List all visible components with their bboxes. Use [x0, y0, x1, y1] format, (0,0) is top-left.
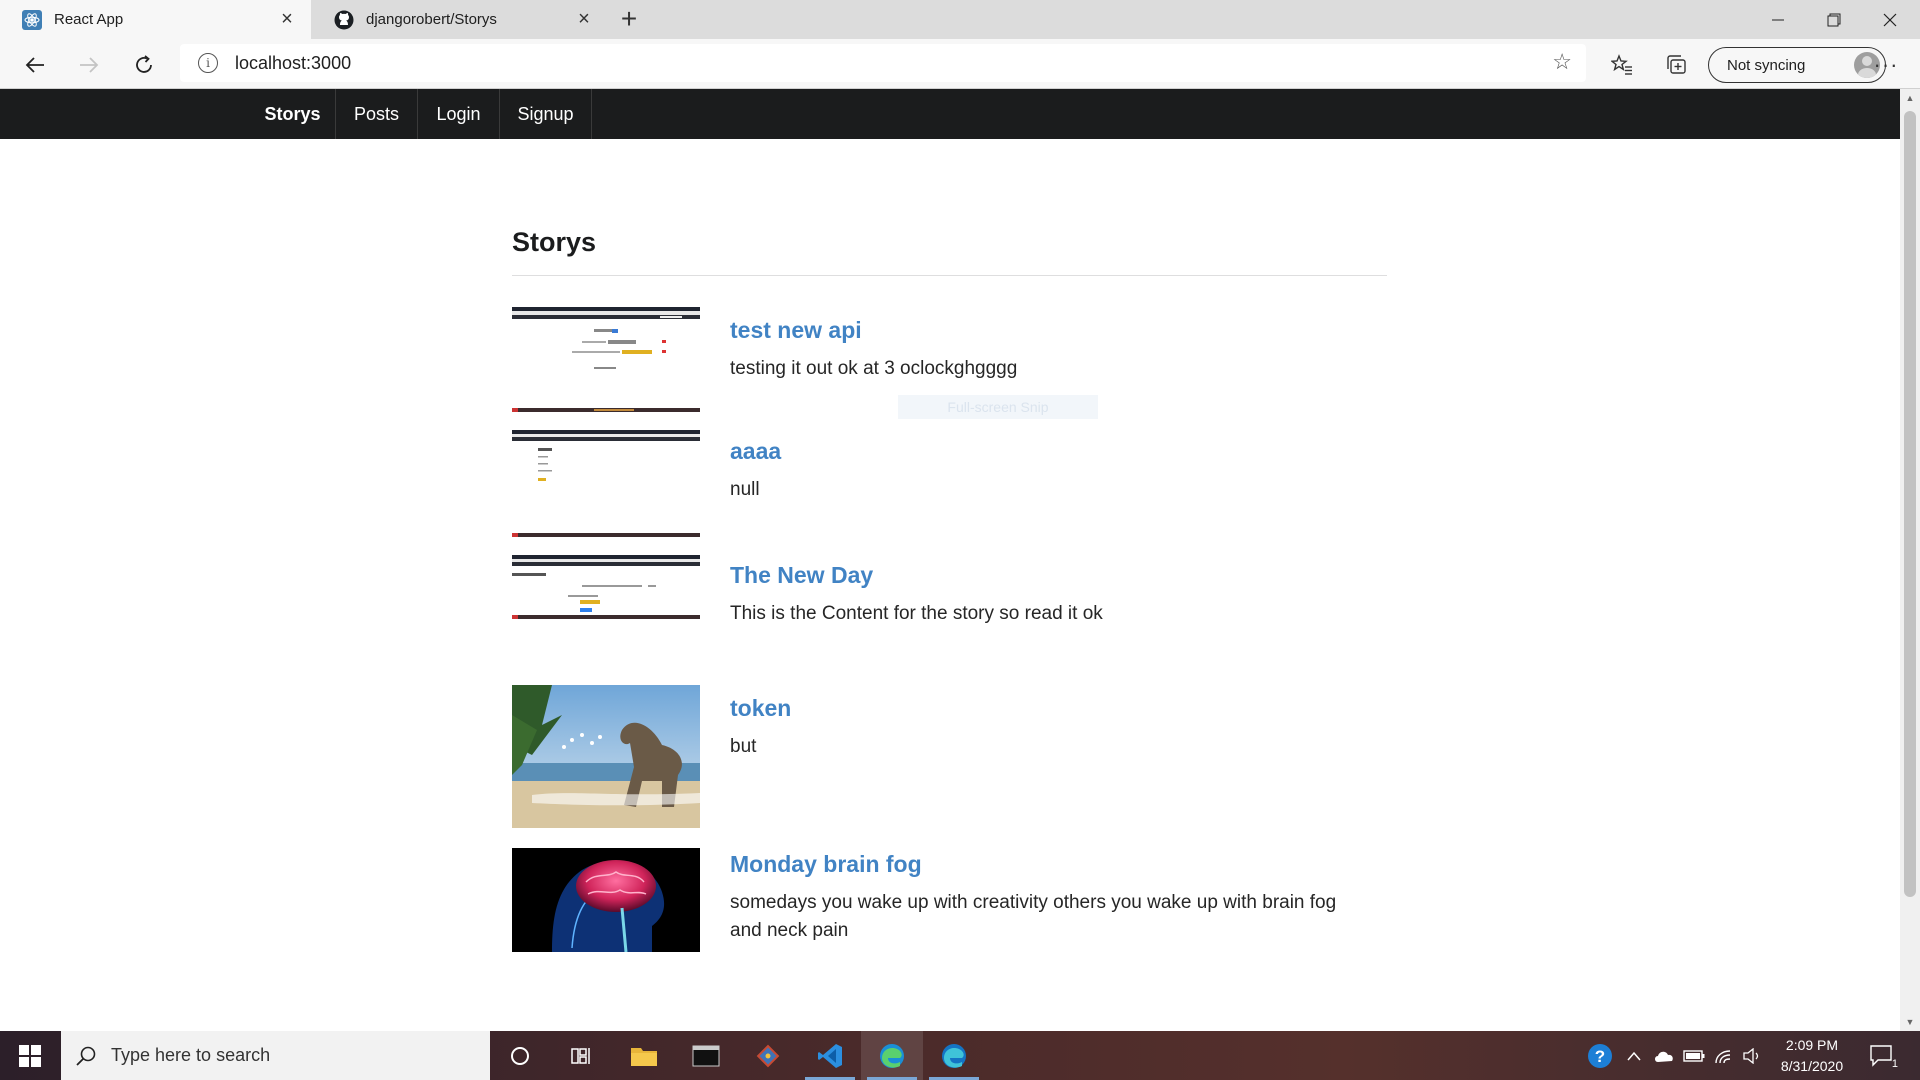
- story-title-link[interactable]: aaaa: [730, 438, 781, 465]
- notification-icon: [1870, 1044, 1892, 1067]
- heading-divider: [512, 275, 1387, 276]
- task-view-button[interactable]: [551, 1031, 613, 1080]
- brain-xray-image[interactable]: [512, 848, 700, 952]
- arrow-left-icon: [25, 57, 44, 73]
- forward-button[interactable]: [71, 47, 107, 83]
- nav-brand-storys[interactable]: Storys: [250, 89, 336, 139]
- favorites-button[interactable]: [1604, 47, 1640, 83]
- snip-hint-overlay: Full-screen Snip: [898, 395, 1098, 419]
- story-content: This is the Content for the story so rea…: [730, 603, 1103, 624]
- minimize-button[interactable]: [1750, 0, 1806, 39]
- screenshot-thumbnail[interactable]: [512, 307, 700, 373]
- browser-tab-strip: React App × djangorobert/Storys × +: [0, 0, 1920, 39]
- scroll-up-icon[interactable]: ▲: [1900, 89, 1920, 107]
- tab-react-app[interactable]: React App ×: [0, 0, 311, 39]
- git-app-button[interactable]: [737, 1031, 799, 1080]
- minimize-icon: [1772, 19, 1784, 20]
- favorites-list-icon: [1611, 54, 1632, 75]
- start-button[interactable]: [0, 1031, 60, 1080]
- story-content: somedays you wake up with creativity oth…: [730, 892, 1337, 941]
- taskbar-clock[interactable]: 2:09 PM 8/31/2020: [1768, 1035, 1856, 1077]
- login-screenshot-thumbnail[interactable]: [512, 408, 700, 492]
- restore-button[interactable]: [1806, 0, 1862, 39]
- page-scrollbar[interactable]: ▲ ▼: [1900, 89, 1920, 1031]
- app-navbar: Storys Posts Login Signup: [0, 89, 1900, 139]
- scrollbar-thumb[interactable]: [1904, 111, 1916, 897]
- refresh-button[interactable]: [126, 47, 162, 83]
- edge-icon: [880, 1043, 904, 1068]
- back-button[interactable]: [17, 47, 53, 83]
- task-view-icon: [571, 1047, 590, 1064]
- tab-title: React App: [54, 11, 124, 28]
- edge-dev-button[interactable]: [923, 1031, 985, 1080]
- browser-toolbar: i localhost:3000 ☆ Not syncing ···: [0, 39, 1920, 89]
- nav-link-login[interactable]: Login: [418, 89, 500, 139]
- volume-icon[interactable]: [1738, 1031, 1766, 1080]
- profile-sync-button[interactable]: Not syncing: [1708, 47, 1886, 83]
- story-content: but: [730, 736, 757, 757]
- story-content: testing it out ok at 3 oclockghgggg: [730, 358, 1018, 379]
- nav-link-signup[interactable]: Signup: [500, 89, 592, 139]
- new-tab-button[interactable]: +: [614, 3, 644, 34]
- clock-date: 8/31/2020: [1780, 1058, 1844, 1074]
- folder-icon: [631, 1047, 657, 1066]
- url-text[interactable]: localhost:3000: [235, 53, 351, 74]
- arrow-right-icon: [80, 57, 99, 73]
- cortana-button[interactable]: [489, 1031, 551, 1080]
- story-title-link[interactable]: The New Day: [730, 562, 873, 589]
- story-content: null: [730, 479, 760, 500]
- edge-dev-icon: [942, 1043, 966, 1068]
- battery-icon[interactable]: [1680, 1031, 1708, 1080]
- notification-count: 1: [1891, 1058, 1898, 1070]
- search-placeholder: Type here to search: [111, 1045, 271, 1065]
- close-window-button[interactable]: [1862, 0, 1918, 39]
- more-options-icon[interactable]: ···: [1868, 47, 1904, 83]
- info-icon[interactable]: i: [198, 53, 218, 73]
- collections-icon: [1667, 55, 1686, 74]
- tab-title: djangorobert/Storys: [366, 11, 497, 28]
- restore-icon: [1827, 13, 1841, 26]
- collections-button[interactable]: [1659, 47, 1695, 83]
- terminal-icon: [692, 1045, 720, 1066]
- file-explorer-button[interactable]: [613, 1031, 675, 1080]
- story-title-link[interactable]: Monday brain fog: [730, 851, 922, 878]
- nav-link-posts[interactable]: Posts: [336, 89, 418, 139]
- address-bar[interactable]: i localhost:3000 ☆: [180, 44, 1586, 82]
- github-icon: [334, 10, 354, 30]
- sync-status-label: Not syncing: [1727, 56, 1806, 74]
- windows-logo-icon: [19, 1044, 41, 1067]
- scroll-down-icon[interactable]: ▼: [1900, 1013, 1920, 1031]
- cortana-icon: [511, 1046, 529, 1065]
- refresh-icon: [136, 55, 152, 73]
- action-center-button[interactable]: 1: [1862, 1031, 1902, 1080]
- dinosaur-beach-image[interactable]: [512, 685, 700, 828]
- react-icon: [22, 9, 42, 30]
- git-icon: [756, 1044, 780, 1067]
- close-icon: [1883, 13, 1897, 26]
- tab-github-storys[interactable]: djangorobert/Storys ×: [312, 0, 608, 39]
- svg-text:?: ?: [1595, 1047, 1605, 1066]
- windows-taskbar: Type here to search ? 2:09 PM 8/31/2020 …: [0, 1031, 1920, 1080]
- search-icon: [76, 1046, 96, 1066]
- page-title: Storys: [512, 227, 597, 257]
- help-tray-icon[interactable]: ?: [1582, 1031, 1618, 1080]
- page-viewport: Storys Posts Login Signup Storys test ne…: [0, 89, 1900, 1031]
- terminal-button[interactable]: [675, 1031, 737, 1080]
- wifi-icon[interactable]: [1710, 1031, 1738, 1080]
- close-tab-icon[interactable]: ×: [277, 8, 297, 30]
- story-title-link[interactable]: test new api: [730, 317, 862, 344]
- vscode-icon: [818, 1043, 842, 1068]
- edge-browser-button[interactable]: [861, 1031, 923, 1080]
- vscode-button[interactable]: [799, 1031, 861, 1080]
- onedrive-icon[interactable]: [1650, 1031, 1678, 1080]
- order-summary-screenshot-thumbnail[interactable]: [512, 533, 700, 619]
- taskbar-search-box[interactable]: Type here to search: [61, 1031, 490, 1080]
- close-tab-icon[interactable]: ×: [574, 8, 594, 30]
- story-title-link[interactable]: token: [730, 695, 791, 722]
- favorite-star-icon[interactable]: ☆: [1552, 49, 1572, 75]
- chevron-up-icon[interactable]: [1620, 1031, 1648, 1080]
- clock-time: 2:09 PM: [1785, 1037, 1839, 1053]
